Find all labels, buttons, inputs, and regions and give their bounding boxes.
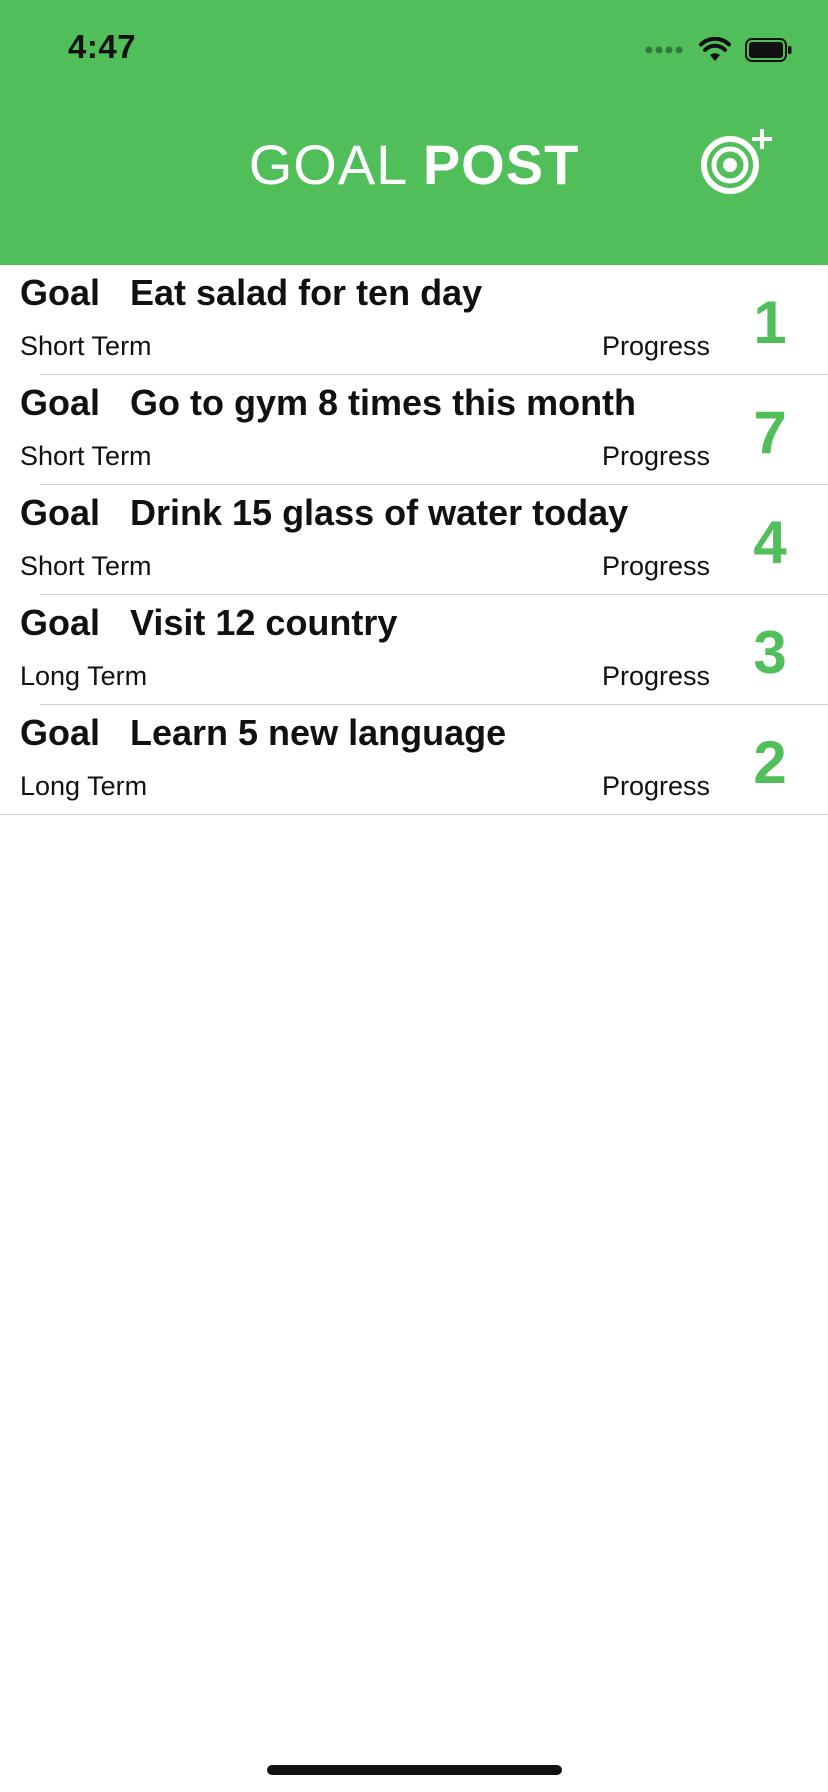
goal-label: Goal — [20, 272, 101, 313]
progress-value: 2 — [753, 729, 787, 796]
goal-row[interactable]: Goal Eat salad for ten day Short Term Pr… — [0, 265, 828, 375]
goal-row[interactable]: Goal Visit 12 country Long Term Progress… — [0, 595, 828, 705]
goal-description: Learn 5 new language — [130, 712, 507, 753]
goal-term: Short Term — [20, 551, 152, 581]
target-plus-icon — [701, 129, 772, 194]
goal-term: Long Term — [20, 661, 148, 691]
wifi-icon — [699, 37, 731, 61]
goal-label: Goal — [20, 382, 101, 423]
progress-label: Progress — [602, 551, 711, 581]
goal-row[interactable]: Goal Go to gym 8 times this month Short … — [0, 375, 828, 485]
progress-value: 3 — [753, 619, 787, 686]
app-title-bold: POST — [422, 133, 580, 196]
goal-row[interactable]: Goal Drink 15 glass of water today Short… — [0, 485, 828, 595]
goal-description: Go to gym 8 times this month — [130, 382, 637, 423]
battery-icon — [745, 38, 792, 62]
status-icons — [645, 36, 793, 64]
goal-label: Goal — [20, 602, 101, 643]
goal-row[interactable]: Goal Learn 5 new language Long Term Prog… — [0, 705, 828, 815]
goal-label: Goal — [20, 712, 101, 753]
progress-value: 1 — [753, 289, 787, 356]
status-time: 4:47 — [68, 28, 137, 65]
goal-term: Short Term — [20, 331, 152, 361]
cellular-signal-icon — [645, 46, 683, 54]
progress-value: 4 — [753, 509, 787, 576]
goal-term: Short Term — [20, 441, 152, 471]
progress-label: Progress — [602, 771, 711, 801]
goal-description: Drink 15 glass of water today — [130, 492, 629, 533]
add-goal-button[interactable] — [700, 125, 780, 195]
app-title-light: GOAL — [248, 133, 407, 196]
progress-label: Progress — [602, 661, 711, 691]
home-indicator[interactable] — [267, 1765, 562, 1775]
goal-description: Visit 12 country — [130, 602, 398, 643]
goal-term: Long Term — [20, 771, 148, 801]
goal-list: Goal Eat salad for ten day Short Term Pr… — [0, 265, 828, 815]
goal-description: Eat salad for ten day — [130, 272, 483, 313]
progress-value: 7 — [753, 399, 787, 466]
header-bar: 4:47 GOAL POST — [0, 0, 828, 265]
goal-label: Goal — [20, 492, 101, 533]
progress-label: Progress — [602, 441, 711, 471]
progress-label: Progress — [602, 331, 711, 361]
screen: 4:47 GOAL POST Goal Eat salad for ten da… — [0, 0, 828, 1792]
